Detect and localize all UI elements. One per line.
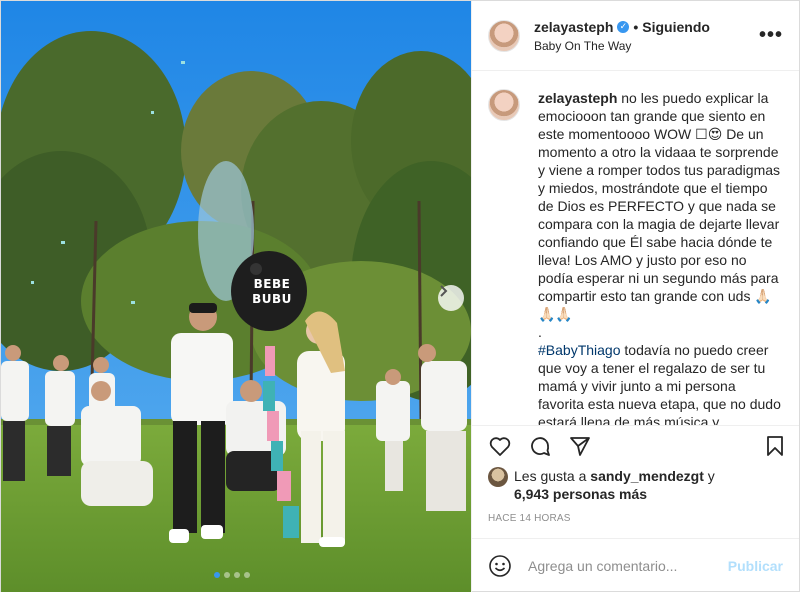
post-photo[interactable]: BEBE BUBU (1, 1, 471, 592)
comment-bar: Publicar (472, 538, 799, 592)
photo-scene (1, 1, 471, 592)
post-timestamp[interactable]: HACE 14 HORAS (472, 503, 799, 538)
location-link[interactable]: Baby On The Way (534, 39, 759, 53)
heart-icon[interactable] (488, 434, 512, 458)
publish-button[interactable]: Publicar (728, 558, 783, 574)
liker-username[interactable]: sandy_mendezgt (590, 468, 704, 484)
chevron-right-icon (440, 285, 448, 297)
comment-icon[interactable] (528, 434, 552, 458)
balloon-label-line-1: BEBE (253, 277, 291, 291)
share-icon[interactable] (568, 434, 592, 458)
carousel-dot (224, 572, 230, 578)
carousel-dot (234, 572, 240, 578)
likes-joiner: y (703, 468, 715, 484)
balloon-label-line-2: BUBU (252, 292, 292, 306)
next-photo-button[interactable] (438, 285, 464, 311)
likes-prefix: Les gusta a (514, 468, 591, 484)
carousel-dot (214, 572, 220, 578)
balloon-label: BEBE BUBU (249, 277, 295, 307)
post-sidebar: zelayasteph ✓ • Siguiendo Baby On The Wa… (471, 1, 799, 592)
bookmark-icon[interactable] (763, 434, 787, 458)
comment-input[interactable] (528, 558, 728, 574)
caption-area: zelayasteph no les puedo explicar la emo… (472, 71, 799, 425)
carousel-dot (244, 572, 250, 578)
likes-summary: Les gusta a sandy_mendezgt y 6,943 perso… (472, 465, 799, 503)
more-options-button[interactable]: ••• (759, 24, 783, 47)
emoji-icon[interactable] (488, 554, 512, 578)
action-bar (472, 425, 799, 465)
post-modal: BEBE BUBU zelayasteph ✓ • Siguiendo Baby… (0, 0, 800, 592)
post-header: zelayasteph ✓ • Siguiendo Baby On The Wa… (472, 1, 799, 71)
hashtag-link[interactable]: #BabyThiago (538, 342, 621, 358)
avatar[interactable] (488, 89, 520, 121)
caption-separator: . (538, 324, 542, 340)
likes-count-link[interactable]: 6,943 personas más (514, 486, 647, 502)
header-text: zelayasteph ✓ • Siguiendo Baby On The Wa… (534, 19, 759, 53)
verified-icon: ✓ (617, 20, 630, 33)
avatar[interactable] (488, 19, 520, 52)
separator-bullet: • (633, 18, 639, 35)
caption-text: zelayasteph no les puedo explicar la emo… (538, 89, 783, 425)
header-username[interactable]: zelayasteph (534, 19, 613, 35)
carousel-indicator (214, 572, 250, 578)
avatar[interactable] (488, 467, 508, 487)
follow-status-button[interactable]: Siguiendo (642, 19, 710, 35)
caption-username[interactable]: zelayasteph (538, 90, 617, 106)
caption-body: no les puedo explicar la emociooon tan g… (538, 90, 784, 322)
